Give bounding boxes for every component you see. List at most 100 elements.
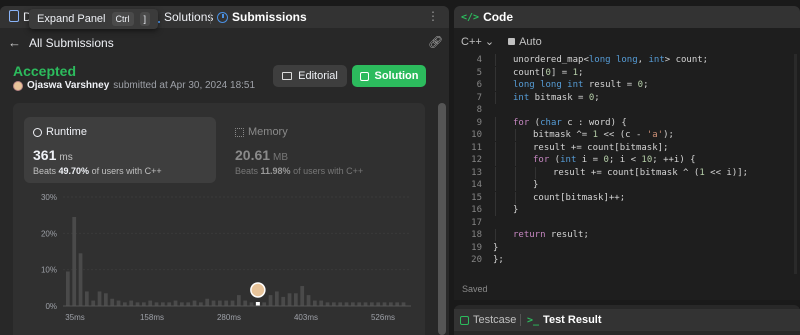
chart-bar[interactable] — [275, 291, 279, 306]
chart-bar[interactable] — [395, 302, 400, 306]
chart-bar[interactable] — [344, 302, 349, 306]
tab-test-result[interactable]: >_ Test Result — [527, 314, 602, 326]
chart-bar[interactable] — [116, 300, 121, 306]
code-line[interactable]: 11 result += count[bitmask]; — [454, 141, 800, 154]
chart-bar[interactable] — [129, 300, 134, 306]
chart-bar[interactable] — [211, 300, 216, 306]
code-line[interactable]: 10 bitmask ^= 1 << (c - 'a'); — [454, 129, 800, 141]
chart-bar[interactable] — [370, 302, 374, 306]
chart-bar[interactable] — [205, 298, 210, 306]
runtime-card[interactable]: Runtime 361 ms Beats 49.70% of users with… — [24, 117, 216, 183]
code-line[interactable]: 7 int bitmask = 0; — [454, 91, 800, 104]
chart-bar[interactable] — [281, 296, 286, 306]
code-line[interactable]: 12 for (int i = 0; i < 10; ++i) { — [454, 154, 800, 166]
chart-bar[interactable] — [218, 300, 222, 306]
code-line[interactable]: 15 count[bitmask]++; — [454, 191, 800, 204]
chart-bar[interactable] — [319, 300, 324, 306]
chart-bar[interactable] — [78, 253, 83, 306]
code-line[interactable]: 4 unordered_map<long long, int> count; — [454, 54, 800, 66]
editor-scrollbar[interactable] — [794, 54, 797, 274]
chart-bar[interactable] — [389, 302, 393, 306]
code-line[interactable]: 16} — [454, 204, 800, 216]
chart-bar[interactable] — [192, 300, 197, 306]
chart-bar[interactable] — [313, 300, 317, 306]
chart-bar[interactable] — [135, 302, 140, 306]
chart-bar[interactable] — [186, 302, 191, 306]
chart-bar[interactable] — [85, 291, 89, 306]
chart-bar[interactable] — [167, 302, 172, 306]
chart-bar[interactable] — [148, 300, 153, 306]
code-line[interactable]: 20}; — [454, 254, 800, 266]
tab-submissions[interactable]: Submissions — [217, 10, 307, 24]
chart-bar[interactable] — [180, 302, 184, 306]
chart-bar[interactable] — [249, 302, 254, 306]
code-editor[interactable]: 4 unordered_map<long long, int> count; 5 co… — [454, 54, 800, 274]
code-text: count[0] = 1; — [513, 67, 584, 78]
chart-bar[interactable] — [376, 302, 381, 306]
chart-bar[interactable] — [262, 302, 267, 306]
avatar — [250, 282, 266, 298]
chart-bar[interactable] — [230, 300, 235, 306]
description-icon[interactable] — [9, 10, 19, 22]
submitter-name[interactable]: Ojaswa Varshney — [27, 80, 109, 91]
chart-bar[interactable] — [123, 302, 127, 306]
chart-bar[interactable] — [351, 302, 355, 306]
code-line[interactable]: 14} — [454, 179, 800, 191]
chart-bar[interactable] — [97, 291, 102, 306]
chart-bar[interactable] — [243, 300, 248, 306]
chart-bar[interactable] — [110, 298, 115, 306]
chart-bar[interactable] — [268, 295, 273, 306]
chart-bar[interactable] — [104, 293, 108, 306]
more-options-icon[interactable]: ⋮ — [427, 9, 440, 23]
chart-bar[interactable] — [199, 302, 203, 306]
mode-select[interactable]: Auto — [508, 36, 542, 48]
tab-solutions[interactable]: Solutions — [151, 10, 213, 24]
code-line[interactable]: 5 count[0] = 1; — [454, 66, 800, 79]
chart-bar[interactable] — [237, 295, 241, 306]
avatar[interactable] — [13, 80, 23, 91]
chart-bar[interactable] — [154, 302, 159, 306]
expand-panel-tooltip: Expand Panel Ctrl ] — [29, 9, 159, 29]
editorial-button[interactable]: Editorial — [273, 65, 347, 87]
code-line[interactable]: 9 for (char c : word) { — [454, 116, 800, 129]
chart-bar[interactable] — [287, 293, 292, 306]
chart-bar[interactable] — [363, 302, 368, 306]
tab-code[interactable]: </> Code — [461, 10, 513, 24]
chart-bar[interactable] — [300, 286, 305, 306]
code-line[interactable]: 8 — [454, 104, 800, 116]
chart-bar[interactable] — [224, 300, 229, 306]
left-scrollbar[interactable] — [438, 103, 446, 335]
code-line[interactable]: 18 return result; — [454, 229, 800, 241]
chart-bar[interactable] — [173, 300, 178, 306]
line-number: 12 — [471, 155, 482, 165]
chart-bar[interactable] — [325, 302, 330, 306]
chart-bar[interactable] — [294, 293, 298, 306]
chart-bar[interactable] — [401, 302, 406, 306]
chart-bar[interactable] — [338, 302, 343, 306]
runtime-distribution-chart[interactable]: 30% 20% 10% 0% 35ms 158ms 280ms 403ms 526ms — [27, 189, 417, 335]
code-line[interactable]: 6 long long int result = 0; — [454, 79, 800, 91]
chart-bar[interactable] — [332, 302, 336, 306]
solution-button[interactable]: Solution — [352, 65, 426, 87]
code-line[interactable]: 19} — [454, 242, 800, 254]
tab-testcase[interactable]: Testcase — [460, 314, 516, 326]
chart-bar[interactable] — [306, 295, 311, 306]
code-text: unordered_map<long long, int> count; — [513, 55, 709, 65]
link-icon[interactable]: 🔗︎ — [428, 35, 443, 49]
chart-bar[interactable] — [72, 216, 77, 306]
code-line[interactable]: 17 — [454, 217, 800, 229]
memory-card[interactable]: Memory 20.61 MB Beats 11.98% of users wit… — [226, 117, 418, 183]
indent-guide — [515, 141, 516, 154]
chart-bar[interactable] — [382, 302, 387, 306]
chart-bar[interactable] — [91, 300, 96, 306]
chart-bar[interactable] — [357, 302, 362, 306]
indent-guide — [495, 191, 496, 204]
back-to-submissions[interactable]: ← All Submissions — [8, 35, 114, 50]
chart-bar[interactable] — [161, 302, 165, 306]
code-line[interactable]: 13 result += count[bitmask ^ (1 << i)]; — [454, 166, 800, 179]
code-text: result += count[bitmask]; — [533, 142, 669, 153]
chart-bar[interactable] — [66, 271, 70, 306]
chart-bar[interactable] — [142, 302, 146, 306]
language-select[interactable]: C++ ⌄ — [461, 35, 494, 48]
tab-solutions-label: Solutions — [164, 10, 214, 24]
